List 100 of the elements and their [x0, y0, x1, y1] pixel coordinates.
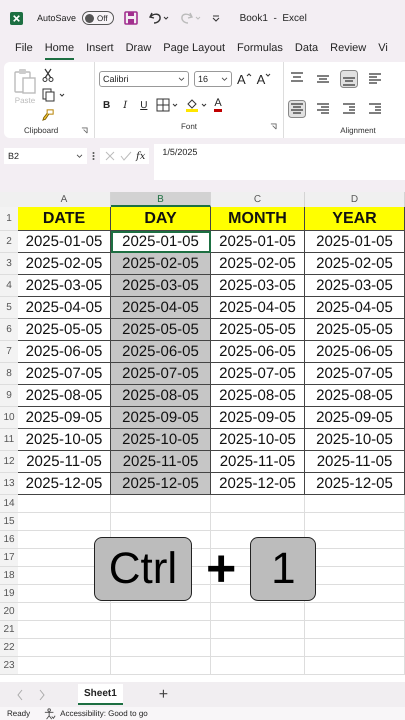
row-header[interactable]: 4	[0, 275, 18, 297]
autosave-toggle[interactable]: Off	[82, 11, 114, 25]
column-header[interactable]: C	[211, 192, 305, 207]
row-header[interactable]: 23	[0, 657, 18, 675]
table-cell: 2025-02-05	[211, 253, 305, 275]
row-header[interactable]: 14	[0, 495, 18, 513]
row-header[interactable]: 11	[0, 429, 18, 451]
group-label: Clipboard	[24, 126, 58, 134]
center-align-icon[interactable]	[288, 100, 306, 118]
row-header[interactable]: 6	[0, 319, 18, 341]
row-header[interactable]: 20	[0, 603, 18, 621]
ribbon-tab[interactable]: Formulas	[237, 38, 283, 60]
formula-input[interactable]: 1/5/2025	[154, 144, 405, 180]
insert-function-button[interactable]: fx	[136, 150, 146, 162]
font-name-field[interactable]: Calibri	[99, 71, 189, 87]
table-cell: 2025-07-05	[305, 363, 405, 385]
table-cell: 2025-01-05	[111, 231, 211, 253]
customize-toolbar-icon[interactable]	[212, 14, 220, 22]
dialog-launcher-icon[interactable]	[81, 126, 88, 134]
column-header[interactable]: A	[18, 192, 111, 207]
table-cell: 2025-07-05	[111, 363, 211, 385]
table-cell: 2025-09-05	[211, 407, 305, 429]
table-cell: YEAR	[305, 207, 405, 231]
shrink-font-button[interactable]: A	[256, 72, 272, 86]
sheet-tab[interactable]: Sheet1	[78, 684, 123, 705]
column-header[interactable]: D	[305, 192, 405, 207]
row-header[interactable]: 3	[0, 253, 18, 275]
name-box[interactable]: B2	[4, 148, 87, 164]
table-cell: DAY	[111, 207, 211, 231]
dropdown-caret-icon[interactable]	[76, 154, 83, 158]
table-cell: 2025-10-05	[211, 429, 305, 451]
grow-font-button[interactable]: A	[237, 72, 252, 86]
bottom-align-icon[interactable]	[340, 70, 358, 88]
table-cell: 2025-09-05	[111, 407, 211, 429]
row-header[interactable]: 17	[0, 549, 18, 567]
ribbon-tab[interactable]: Vi	[378, 38, 388, 60]
copy-icon[interactable]	[42, 88, 66, 102]
row-header[interactable]: 19	[0, 585, 18, 603]
column-header[interactable]: B	[111, 192, 211, 207]
table-cell: 2025-12-05	[305, 473, 405, 495]
font-color-button[interactable]: A	[214, 98, 222, 112]
row-header[interactable]: 22	[0, 639, 18, 657]
window-title: Book1 - Excel	[240, 12, 307, 24]
table-cell: 2025-11-05	[111, 451, 211, 473]
group-label: Font	[180, 122, 197, 130]
ribbon-tab[interactable]: File	[15, 38, 33, 60]
row-header[interactable]: 2	[0, 231, 18, 253]
row-header[interactable]: 13	[0, 473, 18, 495]
ribbon-tab[interactable]: Page Layout	[163, 38, 226, 60]
accessibility-icon[interactable]	[44, 708, 56, 720]
dropdown-caret-icon[interactable]	[178, 76, 185, 82]
table-cell: 2025-11-05	[305, 451, 405, 473]
row-header[interactable]: 8	[0, 363, 18, 385]
fill-color-icon[interactable]	[185, 98, 210, 112]
row-header[interactable]: 10	[0, 407, 18, 429]
row-header[interactable]: 5	[0, 297, 18, 319]
table-cell: 2025-04-05	[305, 297, 405, 319]
table-cell: 2025-12-05	[211, 473, 305, 495]
table-cell: 2025-06-05	[305, 341, 405, 363]
bold-button[interactable]: B	[99, 100, 114, 110]
row-header[interactable]: 12	[0, 451, 18, 473]
borders-icon[interactable]	[156, 98, 180, 112]
table-cell: 2025-03-05	[211, 275, 305, 297]
row-header[interactable]: 21	[0, 621, 18, 639]
undo-icon[interactable]	[148, 11, 170, 25]
row-header[interactable]: 18	[0, 567, 18, 585]
ribbon-tab[interactable]: Home	[44, 38, 74, 60]
row-header[interactable]: 16	[0, 531, 18, 549]
ribbon-tab[interactable]: Review	[330, 38, 366, 60]
table-cell: 2025-10-05	[111, 429, 211, 451]
accessibility-status[interactable]: Accessibility: Good to go	[60, 709, 148, 718]
font-size-field[interactable]: 16	[194, 71, 232, 87]
table-cell: 2025-01-05	[305, 231, 405, 253]
status-text: Ready	[7, 709, 30, 718]
table-cell: 2025-12-05	[111, 473, 211, 495]
format-painter-icon[interactable]	[42, 108, 54, 122]
save-icon[interactable]	[124, 11, 138, 25]
ribbon-tab[interactable]: Insert	[86, 38, 114, 60]
table-cell: 2025-08-05	[305, 385, 405, 407]
row-header[interactable]: 1	[0, 207, 18, 231]
redo-icon	[180, 11, 202, 25]
more-options-icon[interactable]	[92, 151, 95, 161]
row-header[interactable]: 15	[0, 513, 18, 531]
ribbon-tab[interactable]: Draw	[126, 38, 152, 60]
table-cell: 2025-08-05	[211, 385, 305, 407]
excel-logo-icon	[10, 12, 23, 24]
ribbon-tab[interactable]: Data	[294, 38, 318, 60]
cut-icon[interactable]	[42, 68, 54, 82]
italic-button[interactable]: I	[119, 100, 132, 110]
table-cell: 2025-01-05	[211, 231, 305, 253]
underline-button[interactable]: U	[136, 100, 152, 110]
table-cell: 2025-11-05	[211, 451, 305, 473]
add-sheet-button[interactable]: +	[158, 686, 168, 704]
row-header[interactable]: 9	[0, 385, 18, 407]
dropdown-caret-icon[interactable]	[221, 76, 228, 82]
caret-icon	[246, 72, 252, 76]
table-cell: 2025-06-05	[211, 341, 305, 363]
table-cell: 2025-02-05	[111, 253, 211, 275]
dialog-launcher-icon[interactable]	[270, 123, 277, 130]
row-header[interactable]: 7	[0, 341, 18, 363]
